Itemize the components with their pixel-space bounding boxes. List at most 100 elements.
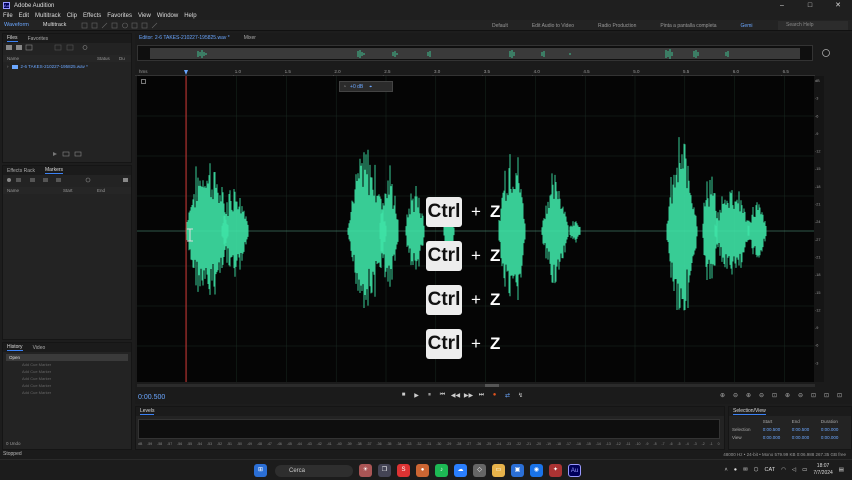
widgets-icon[interactable]: ☀ [359,464,372,477]
tray-app-icon[interactable]: ● [734,467,737,473]
hud-volume-control[interactable]: ◔ +0 dB ⌖ [339,81,393,92]
history-item[interactable]: Add Cue Marker [6,382,128,389]
tab-history[interactable]: History [7,344,23,351]
workspace-radio-production[interactable]: Radio Production [598,23,636,29]
clock[interactable]: 18:07 7/7/2024 [813,463,832,477]
view-end-field[interactable]: 0:00.000 [792,433,821,441]
history-item[interactable]: Add Cue Marker [6,375,128,382]
view-start-field[interactable]: 0:00.000 [763,433,792,441]
history-item[interactable]: Add Cue Marker [6,389,128,396]
maximize-button[interactable]: □ [796,0,824,11]
taskbar-search[interactable]: Cerca [275,464,353,477]
tab-favorites[interactable]: Favorites [28,36,49,42]
waveform-display[interactable]: ◔ +0 dB ⌖ Ctrl + Z Ctrl + Z Ctrl + Z Ctrl +… [137,76,815,382]
menu-favorites[interactable]: Favorites [107,13,132,19]
skip-button[interactable]: ↯ [514,392,527,399]
pause-button[interactable]: ⏸ [423,392,436,399]
stop-button[interactable]: ■ [397,392,410,399]
app-icon[interactable]: ◇ [473,464,486,477]
notification-icon[interactable]: ▤ [839,467,844,473]
time-ruler[interactable]: hms 1.0 1.5 2.0 2.5 3.0 3.5 4.0 4.5 5.0 5.5 6.0 6.5 [135,67,815,76]
zoom-in-amplitude-icon[interactable]: ⊕ [716,392,729,399]
search-help-input[interactable]: Search Help [778,21,848,30]
workspace-default[interactable]: Default [492,23,508,29]
go-to-start-button[interactable]: ⏮ [436,392,449,399]
task-view-icon[interactable]: ❐ [378,464,391,477]
history-item[interactable]: Add Cue Marker [6,368,128,375]
pin-icon[interactable]: ⌖ [369,84,372,90]
workspace-edit-audio-to-video[interactable]: Edit Audio to Video [532,23,574,29]
menu-window[interactable]: Window [157,13,178,19]
minimize-button[interactable]: – [768,0,796,11]
workspace-gemi[interactable]: Gemi [741,23,753,29]
app-icon[interactable]: ✦ [549,464,562,477]
tab-editor[interactable]: Editor: 2-6 TAKES-210227-195825.wav * [139,35,230,41]
tab-markers[interactable]: Markers [44,167,64,174]
history-item[interactable]: Open [6,354,128,361]
overview-navigator[interactable] [137,45,813,61]
battery-icon[interactable]: ▭ [802,467,807,473]
zoom-out-point-icon[interactable]: ⊖ [794,392,807,399]
spotify-icon[interactable]: ♪ [435,464,448,477]
menu-file[interactable]: File [3,13,13,19]
file-item[interactable]: › 2-6 TAKES-210227-195825.wav * [3,62,131,71]
zoom-out-amplitude-icon[interactable]: ⊖ [729,392,742,399]
zoom-in-time-icon[interactable]: ⊕ [742,392,755,399]
col-name[interactable]: Name [7,56,97,61]
tab-effects-rack[interactable]: Effects Rack [7,168,35,174]
waveform-mode-button[interactable]: Waveform [4,22,29,28]
zoom-left-edge-icon[interactable]: ⊡ [820,392,833,399]
col-marker-start[interactable]: Start [63,188,97,193]
start-menu-icon[interactable]: ⊞ [254,464,267,477]
play-button[interactable]: ▶ [410,392,423,399]
zoom-out-full-icon[interactable]: ⊡ [768,392,781,399]
menu-multitrack[interactable]: Multitrack [35,13,61,19]
go-to-end-button[interactable]: ⏭ [475,392,488,399]
timecode-display[interactable]: 0:00.500 [138,394,165,401]
menu-clip[interactable]: Clip [67,13,77,19]
record-button[interactable]: ● [488,392,501,399]
rewind-button[interactable]: ◀◀ [449,392,462,399]
multitrack-mode-button[interactable]: Multitrack [43,22,67,28]
selection-end-field[interactable]: 0:00.500 [792,425,821,433]
db-scale[interactable]: dB -3 -6 -9 -12 -15 -18 -21 -24 -27 -21 -18 -15 -12 -9… [814,76,824,382]
tray-app-icon[interactable]: ⬡ [754,467,759,473]
hud-volume-value[interactable]: +0 dB [350,84,363,90]
col-marker-end[interactable]: End [97,188,105,193]
zoom-in-full-icon[interactable] [820,47,832,59]
scroll-thumb[interactable] [485,384,499,387]
menu-edit[interactable]: Edit [19,13,29,19]
menu-view[interactable]: View [138,13,151,19]
app-icon[interactable]: S [397,464,410,477]
chevron-up-icon[interactable]: ˄ [725,467,728,473]
tab-files[interactable]: Files [7,35,18,42]
zoom-out-time-icon[interactable]: ⊖ [755,392,768,399]
tray-app-icon[interactable]: ✉ [743,467,748,473]
view-duration-field[interactable]: 0:00.000 [821,433,850,441]
skip-selection-icon[interactable] [141,79,146,84]
file-explorer-icon[interactable]: ▭ [492,464,505,477]
selection-view-title[interactable]: Selection/View [733,408,766,415]
loop-button[interactable]: ⇄ [501,392,514,399]
col-status[interactable]: Status [97,56,119,61]
fast-forward-button[interactable]: ▶▶ [462,392,475,399]
close-button[interactable]: ✕ [824,0,852,11]
horizontal-scrollbar[interactable] [137,384,815,387]
input-language[interactable]: CAT [764,467,775,473]
zoom-selection-icon[interactable]: ⊡ [807,392,820,399]
tab-video[interactable]: Video [33,345,46,351]
menu-effects[interactable]: Effects [83,13,101,19]
col-duration[interactable]: Du [119,56,125,61]
app-icon[interactable]: ● [416,464,429,477]
wifi-icon[interactable]: ◠ [781,467,786,473]
tab-mixer[interactable]: Mixer [244,35,256,41]
history-item[interactable]: Add Cue Marker [6,361,128,368]
col-marker-name[interactable]: Name [7,188,63,193]
zoom-right-edge-icon[interactable]: ⊡ [833,392,846,399]
menu-help[interactable]: Help [184,13,196,19]
speaker-icon[interactable]: ◁ [792,467,796,473]
volume-knob-icon[interactable]: ◔ [343,84,346,90]
selection-start-field[interactable]: 0:00.500 [763,425,792,433]
workspace-fullscreen[interactable]: Pinta a pantalla completa [660,23,716,29]
cloud-icon[interactable]: ☁ [454,464,467,477]
